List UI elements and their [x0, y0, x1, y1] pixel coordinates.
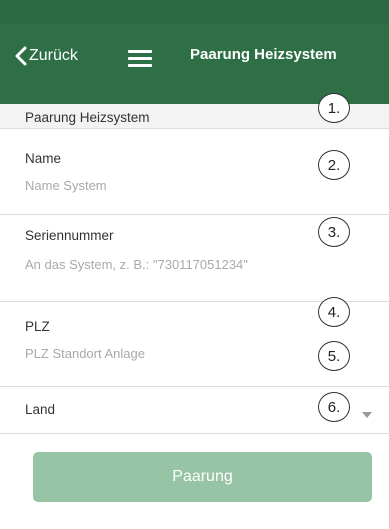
back-label: Zurück: [29, 47, 78, 64]
pair-button[interactable]: Paarung: [33, 452, 372, 502]
app-header: Zurück Paarung Heizsystem: [0, 0, 389, 104]
name-label: Name: [25, 151, 62, 166]
callout-badge-2: 2.: [318, 150, 350, 180]
callout-badge-6: 6.: [318, 392, 350, 422]
serial-input[interactable]: [25, 254, 325, 274]
dropdown-caret-icon[interactable]: [362, 412, 372, 418]
status-bar: [0, 0, 389, 24]
callout-badge-5: 5.: [318, 341, 350, 371]
callout-badge-3: 3.: [318, 217, 350, 247]
chevron-left-icon: [15, 46, 27, 66]
back-button[interactable]: Zurück: [14, 42, 78, 70]
page-title: Paarung Heizsystem: [190, 46, 337, 63]
zip-input[interactable]: [25, 343, 325, 363]
callout-badge-1: 1.: [318, 93, 350, 123]
name-input[interactable]: [25, 175, 325, 195]
callout-badge-4: 4.: [318, 297, 350, 327]
serial-label: Seriennummer: [25, 228, 114, 243]
hamburger-menu-icon[interactable]: [128, 50, 152, 68]
section-title: Paarung Heizsystem: [25, 110, 150, 125]
country-label: Land: [25, 402, 56, 417]
zip-label: PLZ: [25, 319, 50, 334]
